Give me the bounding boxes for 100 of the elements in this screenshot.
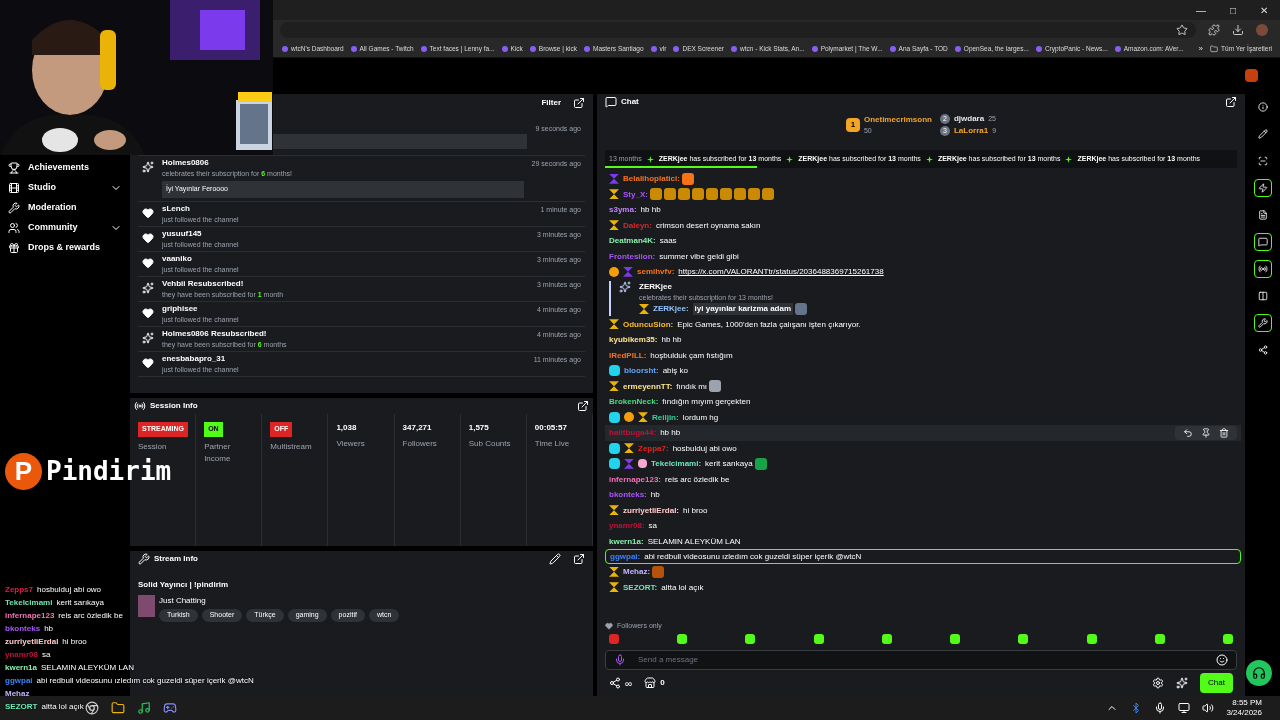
emote-icon[interactable]: [1018, 634, 1029, 644]
coin-icon: [624, 412, 634, 423]
filter-button[interactable]: Filter: [541, 97, 561, 109]
message-text: hi broo: [683, 504, 708, 517]
hourglass-icon: [624, 443, 634, 454]
support-button[interactable]: [1246, 660, 1272, 686]
message-text: altta lol açık: [661, 581, 704, 594]
sparkle-icon: [786, 155, 794, 163]
popout-icon[interactable]: [573, 97, 585, 109]
username: kwern1a:: [609, 535, 644, 548]
message-text: hb: [650, 489, 660, 502]
message-link[interactable]: https://x.com/VALORANTtr/status/2036488369715261738: [678, 265, 884, 279]
emote-icon[interactable]: [1222, 634, 1233, 644]
pin-icon[interactable]: [1201, 427, 1211, 438]
mic-icon[interactable]: [1154, 702, 1167, 714]
activity-name: Vehbii Resubscribed!: [162, 277, 245, 290]
more-bookmarks[interactable]: »: [1198, 42, 1204, 55]
username: Deatman4K:: [609, 235, 656, 248]
emote-icon[interactable]: [677, 634, 688, 644]
overlay-message: hb: [44, 622, 54, 635]
network-icon[interactable]: [1178, 702, 1191, 714]
stat-label: Sub Counts: [468, 438, 512, 450]
message-field[interactable]: Send a message: [638, 654, 1204, 666]
sparkle-icon: [646, 155, 654, 163]
popout-icon[interactable]: [573, 553, 585, 565]
message-text: saas: [659, 235, 677, 248]
activity-name: enesbabapro_31: [162, 352, 227, 365]
sidebar-item[interactable]: Moderation: [0, 198, 130, 218]
sidebar-item[interactable]: Studio: [0, 178, 130, 198]
logo-badge: P: [5, 453, 42, 490]
window-control[interactable]: ✕: [1260, 2, 1268, 18]
hourglass-icon: [609, 566, 619, 577]
emote-icon[interactable]: [1154, 634, 1165, 644]
emote-icon[interactable]: [881, 634, 892, 644]
gamepad-icon[interactable]: [163, 701, 177, 715]
quote-text: iyi yayınlar karizma adam: [692, 303, 794, 315]
message-input[interactable]: Send a message: [605, 650, 1237, 670]
stat-label: Followers: [402, 438, 438, 450]
activity-name: yusuuf145: [162, 227, 203, 240]
clock-date: 3/24/2026: [1226, 708, 1262, 718]
username: OduncuSion:: [623, 318, 674, 331]
sub-name: ZERKjee: [639, 280, 672, 293]
message-text: lordum hg: [682, 411, 719, 424]
username: Mehaz:: [623, 566, 651, 579]
username: ynamr08:: [609, 520, 645, 533]
message-text: fındığın mıyım gerçekten: [662, 396, 751, 409]
star-icon[interactable]: [1176, 24, 1188, 36]
hourglass-icon: [609, 381, 619, 392]
leader-name: LaLorra1: [953, 125, 989, 137]
message-text: hb hb: [660, 427, 681, 440]
music-icon[interactable]: [137, 701, 151, 715]
browser-icon[interactable]: [85, 701, 99, 715]
popout-icon[interactable]: [1225, 96, 1237, 108]
chat-icon[interactable]: [1253, 233, 1272, 251]
username: s3yma:: [609, 204, 637, 217]
emote-icon[interactable]: [1086, 634, 1097, 644]
extension-icon[interactable]: [1208, 24, 1220, 36]
window-control[interactable]: □: [1229, 2, 1236, 18]
username: Reiljin:: [652, 411, 679, 424]
sidebar-item[interactable]: Community: [0, 218, 130, 238]
username: semihvfv:: [637, 266, 675, 279]
overlay-message: hi broo: [62, 635, 87, 648]
settings-icon[interactable]: [1152, 677, 1165, 689]
clock-time: 8:55 PM: [1232, 698, 1262, 708]
username: SEZORT:: [623, 581, 658, 594]
category-thumbnail: [138, 595, 155, 617]
message-text: crimson desert oynama sakın: [655, 219, 761, 232]
hourglass-icon: [609, 220, 619, 231]
message-text: abi redbull videosunu ızledım cok guzeldi süper içerik @wtcN: [644, 551, 862, 563]
users-icon: [8, 222, 20, 234]
sidebar-item[interactable]: Achievements: [0, 158, 130, 178]
emote-icon[interactable]: [813, 634, 824, 644]
message-text: reis arc özledik be: [665, 473, 730, 486]
username: ZERKjee:: [653, 303, 689, 315]
store-icon[interactable]: [644, 677, 657, 689]
overlay-message: abi redbull videosunu ızledım cok guzeldi süper içerik @wtcN: [36, 674, 254, 687]
emote-icon[interactable]: [745, 634, 756, 644]
sparkle-icon: [142, 331, 154, 344]
wrench-icon[interactable]: [1253, 314, 1272, 332]
profile-avatar[interactable]: [1245, 68, 1258, 82]
broadcast-icon[interactable]: [1253, 260, 1272, 278]
store-count: 0: [660, 677, 665, 689]
pencil-icon[interactable]: [549, 553, 561, 565]
emoji-icon[interactable]: [1216, 654, 1228, 666]
popout-icon[interactable]: [577, 400, 589, 412]
sidebar-item[interactable]: Drops & rewards: [0, 238, 130, 258]
overlay-message: altta lol açık: [41, 700, 84, 713]
folder-icon[interactable]: [111, 701, 125, 715]
download-icon[interactable]: [1232, 24, 1244, 36]
sparkle-icon[interactable]: [1176, 677, 1189, 689]
username: bkonteks:: [609, 489, 647, 502]
chat-send-button[interactable]: Chat: [1200, 673, 1233, 693]
undo-icon[interactable]: [1183, 427, 1193, 438]
delete-icon[interactable]: [1219, 427, 1229, 438]
emote-icon[interactable]: [950, 634, 961, 644]
username: bloorsht:: [624, 365, 659, 378]
heart-icon: [142, 306, 154, 319]
volume-icon[interactable]: [1202, 702, 1215, 714]
lightning-icon[interactable]: [1253, 179, 1272, 197]
window-control[interactable]: —: [1195, 2, 1206, 18]
